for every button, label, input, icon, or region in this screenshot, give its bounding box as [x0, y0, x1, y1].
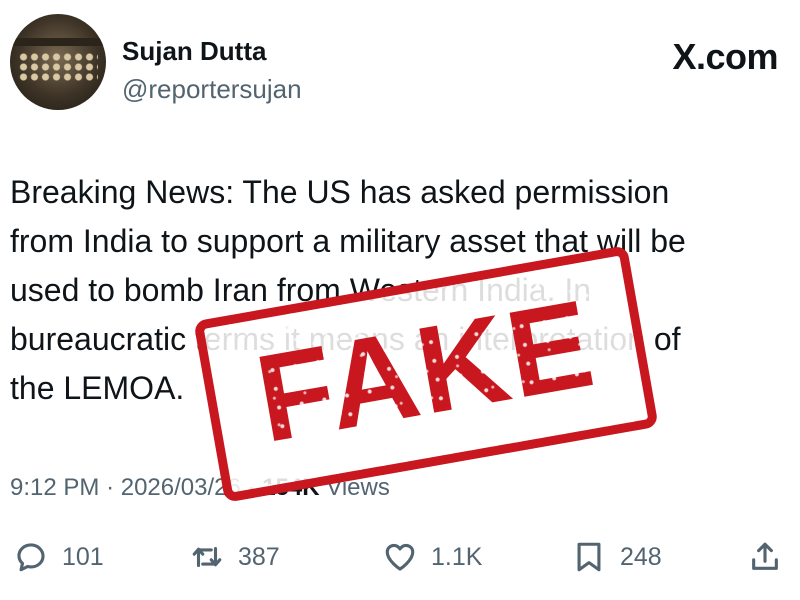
- share-button[interactable]: [748, 540, 796, 574]
- tweet-meta: 9:12 PM · 2026/03/26 · 154K Views: [10, 474, 390, 502]
- share-icon: [752, 542, 778, 570]
- heart-icon: [385, 543, 415, 571]
- repost-count: 387: [238, 542, 280, 571]
- like-count: 1.1K: [431, 542, 483, 571]
- meta-separator: ·: [106, 474, 115, 501]
- meta-separator: ·: [247, 474, 256, 501]
- action-bar: 101 387 1.1K 248: [0, 532, 800, 588]
- avatar-typewriter-bar: [10, 38, 106, 46]
- views-label: Views: [326, 474, 390, 501]
- author-handle[interactable]: @reportersujan: [122, 74, 302, 105]
- like-button[interactable]: 1.1K: [383, 540, 482, 574]
- reply-count: 101: [62, 542, 104, 571]
- views-count: 154K: [262, 474, 320, 501]
- avatar-typewriter-keys: [18, 52, 98, 82]
- brand-logo: X.com: [672, 36, 778, 77]
- tweet-time[interactable]: 9:12 PM: [10, 474, 99, 501]
- tweet-text: Breaking News: The US has asked permissi…: [10, 174, 686, 406]
- reply-icon: [17, 543, 45, 572]
- reply-button[interactable]: 101: [14, 540, 104, 574]
- repost-icon: [192, 546, 222, 568]
- bookmark-icon: [577, 542, 601, 572]
- avatar[interactable]: [10, 14, 106, 110]
- repost-button[interactable]: 387: [190, 540, 280, 574]
- tweet-date[interactable]: 2026/03/26: [121, 474, 241, 501]
- bookmark-button[interactable]: 248: [572, 540, 662, 574]
- author-name[interactable]: Sujan Dutta: [122, 36, 266, 67]
- bookmark-count: 248: [620, 542, 662, 571]
